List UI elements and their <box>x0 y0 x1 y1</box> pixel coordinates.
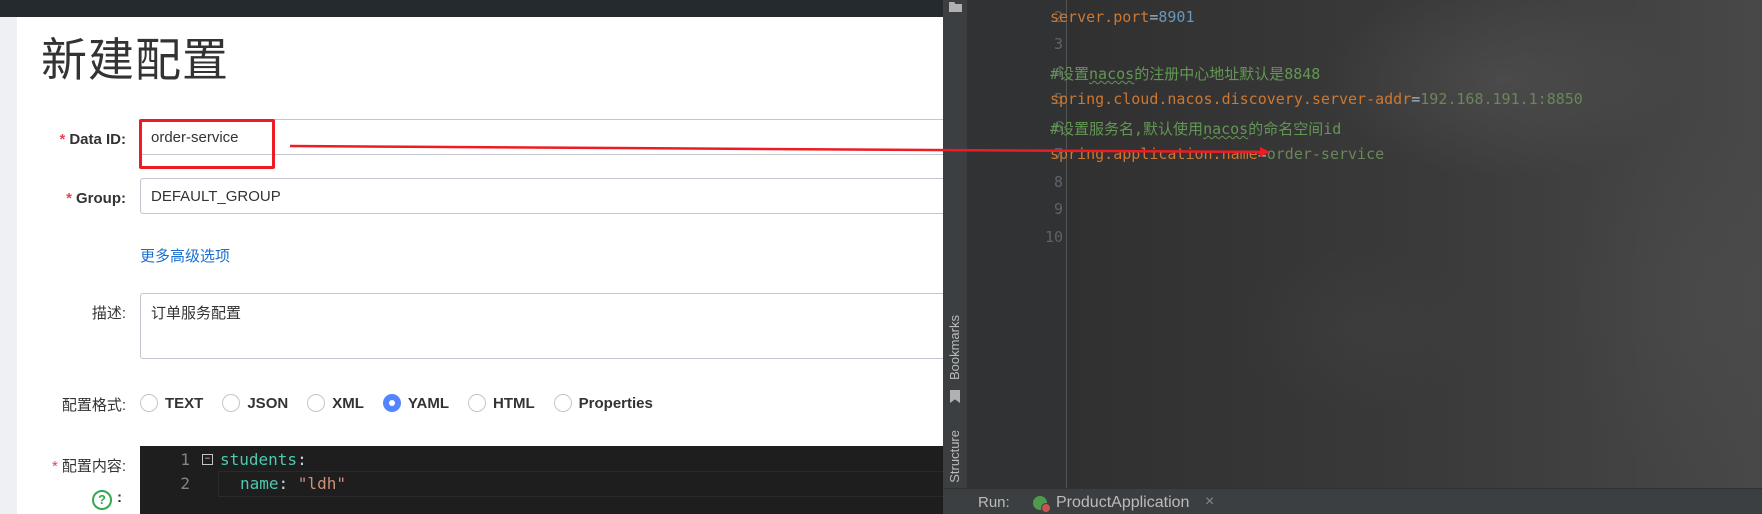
format-radio-html[interactable]: HTML <box>468 394 535 412</box>
format-label: 配置格式: <box>61 397 126 414</box>
yaml-colon: : <box>297 450 307 469</box>
page-title: 新建配置 <box>41 33 229 87</box>
bookmarks-tab[interactable]: Bookmarks <box>947 315 962 380</box>
annotation-highlight-box <box>139 119 275 169</box>
format-radio-yaml[interactable]: YAML <box>382 394 449 412</box>
code-line-4[interactable]: #设置nacos的注册中心地址默认是8848 <box>1050 63 1320 84</box>
prop-eq: = <box>1257 145 1267 163</box>
comment-text: nacos <box>1089 65 1135 83</box>
radio-label: JSON <box>247 394 289 412</box>
help-colon: : <box>117 489 122 506</box>
comment-text: #设置服务名,默认使用 <box>1050 120 1204 138</box>
description-label: 描述: <box>91 305 126 322</box>
ide-line-number: 3 <box>1053 35 1063 53</box>
code-line-7[interactable]: spring.application.name=order-service <box>1050 145 1384 163</box>
yaml-key: name <box>240 474 279 493</box>
spring-boot-run-icon <box>1033 496 1051 513</box>
content-label-text: 配置内容: <box>61 458 126 475</box>
yaml-code-editor[interactable]: 1 2 − students: name: "ldh" <box>140 446 944 514</box>
prop-value: order-service <box>1266 145 1385 163</box>
yaml-key: students <box>220 450 298 469</box>
comment-text: 的注册中心地址默认是8848 <box>1134 65 1321 83</box>
help-icon[interactable]: ? <box>92 490 112 510</box>
run-tool-bar: Run: ProductApplication × <box>943 488 1762 514</box>
format-radio-properties[interactable]: Properties <box>553 394 653 412</box>
radio-label: HTML <box>493 394 535 412</box>
editor-line-number: 2 <box>180 474 190 493</box>
data-id-label-text: Data ID: <box>69 131 126 148</box>
radio-label: YAML <box>407 394 449 412</box>
radio-circle[interactable] <box>140 394 158 412</box>
prop-value: 192.168.191.1:8850 <box>1420 90 1583 108</box>
comment-text: nacos <box>1203 120 1249 138</box>
radio-label: TEXT <box>165 394 204 412</box>
radio-label: Properties <box>578 394 653 412</box>
required-mark: * <box>59 131 66 148</box>
close-icon[interactable]: × <box>1205 493 1214 511</box>
bookmark-icon[interactable] <box>950 390 960 403</box>
run-config-tab[interactable]: ProductApplication <box>1056 494 1189 512</box>
ide-line-number: 9 <box>1053 200 1063 218</box>
top-navbar <box>0 0 944 17</box>
radio-circle[interactable] <box>553 394 572 412</box>
editor-line-number: 1 <box>180 450 190 469</box>
nacos-config-panel: 新建配置 * Data ID: order-service * Group: DEF… <box>0 0 944 514</box>
format-radio-group: TEXT JSON XML YAML HTML Properties <box>140 391 672 415</box>
prop-key: spring.application.name <box>1050 145 1258 163</box>
prop-key: spring.cloud.nacos.discovery.server-addr <box>1050 90 1412 108</box>
run-label: Run: <box>978 494 1010 511</box>
ide-line-number: 8 <box>1053 173 1063 191</box>
radio-circle[interactable] <box>307 394 326 412</box>
code-line-5[interactable]: spring.cloud.nacos.discovery.server-addr… <box>1050 90 1583 108</box>
radio-circle[interactable] <box>468 394 486 412</box>
yaml-value: "ldh" <box>297 474 346 493</box>
format-radio-text[interactable]: TEXT <box>140 394 203 412</box>
fold-toggle-icon[interactable]: − <box>202 454 213 465</box>
radio-circle-selected[interactable] <box>382 394 401 412</box>
ide-tool-strip: Bookmarks Structure <box>943 0 968 488</box>
data-id-label: * Data ID: <box>44 131 126 148</box>
radio-label: XML <box>332 394 364 412</box>
side-strip <box>0 17 17 514</box>
advanced-options-link[interactable]: 更多高级选项 <box>140 245 230 266</box>
code-line-2[interactable]: server.port=8901 <box>1050 8 1195 26</box>
radio-circle[interactable] <box>222 394 241 412</box>
content-label: * 配置内容: <box>44 455 126 476</box>
yaml-colon: : <box>278 474 298 493</box>
ide-line-number: 10 <box>1044 228 1063 246</box>
group-label-text: Group: <box>76 190 126 207</box>
required-mark: * <box>66 190 72 207</box>
structure-tab[interactable]: Structure <box>947 430 962 483</box>
prop-key: server.port <box>1050 8 1150 26</box>
code-line-6[interactable]: #设置服务名,默认使用nacos的命名空间id <box>1050 118 1341 139</box>
group-input[interactable]: DEFAULT_GROUP <box>140 178 944 214</box>
editor-line-2: name: "ldh" <box>240 474 346 493</box>
project-folder-icon[interactable] <box>949 2 962 12</box>
description-textarea[interactable]: 订单服务配置 <box>140 293 944 359</box>
prop-eq: = <box>1411 90 1421 108</box>
editor-line-1: students: <box>220 450 307 469</box>
comment-text: 的命名空间id <box>1248 120 1342 138</box>
format-radio-xml[interactable]: XML <box>307 394 364 412</box>
format-radio-json[interactable]: JSON <box>222 394 288 412</box>
required-mark: * <box>51 458 58 475</box>
comment-text: #设置 <box>1050 65 1090 83</box>
prop-value: 8901 <box>1158 8 1195 26</box>
group-label: * Group: <box>44 190 126 207</box>
